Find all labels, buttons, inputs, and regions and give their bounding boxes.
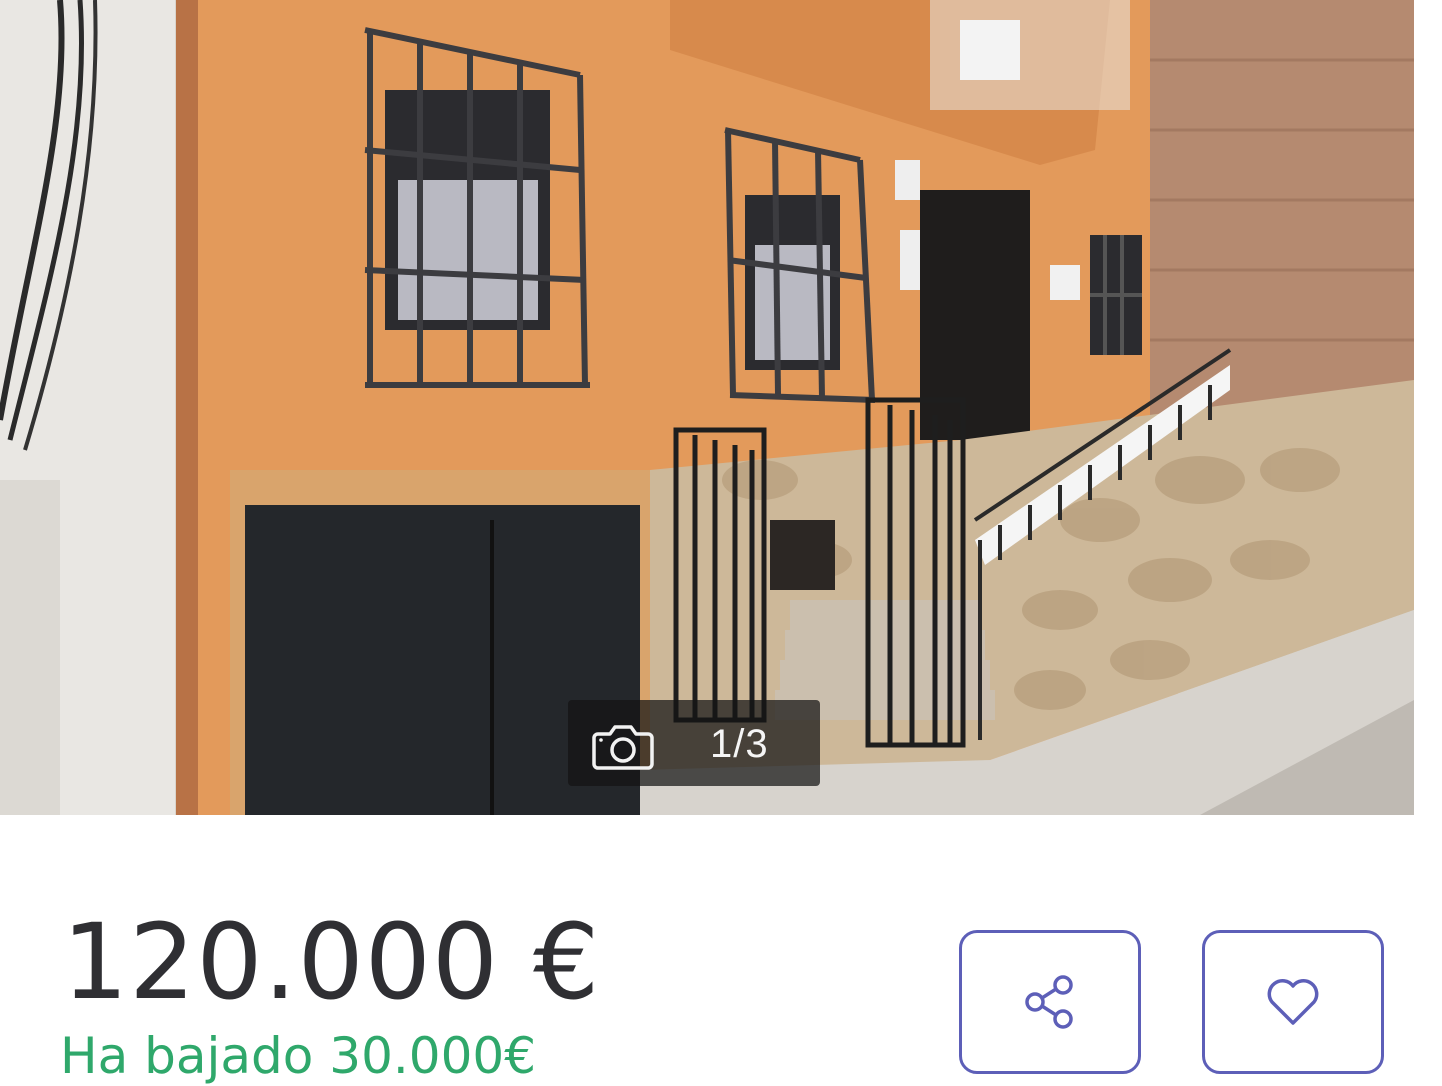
heart-icon <box>1262 971 1324 1033</box>
share-icon <box>1019 971 1081 1033</box>
favorite-button[interactable] <box>1202 930 1384 1074</box>
share-button[interactable] <box>959 930 1141 1074</box>
photo-counter-text: 1/3 <box>710 722 769 766</box>
listing-photo[interactable]: 1/3 <box>0 0 1414 815</box>
camera-icon <box>592 722 654 770</box>
building-facade-photo <box>0 0 1414 815</box>
photo-counter[interactable]: 1/3 <box>568 700 820 786</box>
price-drop-label: Ha bajado 30.000€ <box>60 1027 537 1085</box>
listing-price: 120.000 € <box>62 901 601 1023</box>
